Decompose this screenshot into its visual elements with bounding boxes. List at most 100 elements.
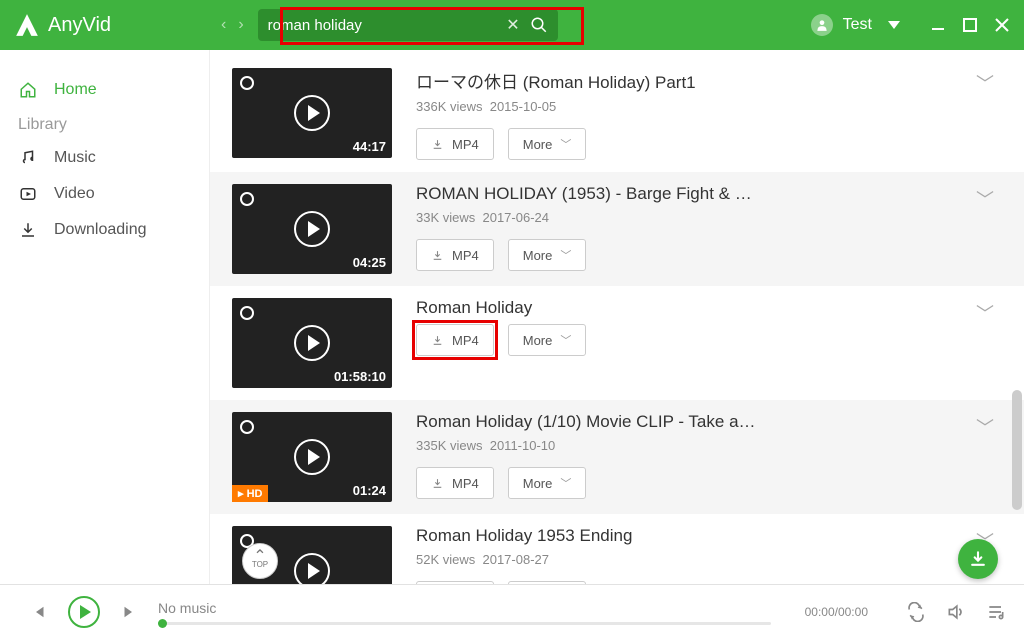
search-box[interactable]: ✕ bbox=[258, 9, 558, 41]
result-row[interactable]: ▸ HD 01:24 Roman Holiday (1/10) Movie CL… bbox=[210, 400, 1024, 514]
home-icon bbox=[18, 80, 38, 100]
volume-icon[interactable] bbox=[946, 602, 966, 622]
result-row[interactable]: 01:58:10 Roman Holiday MP4 More ﹀ ﹀ bbox=[210, 286, 1024, 400]
progress-bar[interactable] bbox=[158, 622, 771, 625]
expand-toggle-icon[interactable]: ﹀ bbox=[976, 300, 994, 326]
close-button[interactable] bbox=[994, 17, 1010, 33]
user-area[interactable]: Test bbox=[811, 14, 900, 36]
chevron-down-icon: ﹀ bbox=[560, 475, 571, 491]
play-button[interactable] bbox=[68, 596, 100, 628]
video-thumbnail[interactable]: 04:25 bbox=[232, 184, 392, 274]
video-thumbnail[interactable]: 01:58:10 bbox=[232, 298, 392, 388]
result-title: Roman Holiday (1/10) Movie CLIP - Take a… bbox=[416, 412, 756, 432]
more-button[interactable]: More ﹀ bbox=[508, 467, 587, 499]
duration-label: 04:25 bbox=[353, 255, 386, 270]
mp4-download-button[interactable]: MP4 bbox=[416, 128, 494, 160]
result-meta: 33K views 2017-06-24 bbox=[416, 210, 994, 225]
avatar-icon bbox=[811, 14, 833, 36]
result-title: ローマの休日 (Roman Holiday) Part1 bbox=[416, 68, 756, 93]
duration-label: 01:24 bbox=[353, 483, 386, 498]
track-area: No music bbox=[158, 600, 771, 625]
scrollbar-thumb[interactable] bbox=[1012, 390, 1022, 510]
track-title: No music bbox=[158, 600, 771, 616]
search-icon[interactable] bbox=[530, 16, 548, 34]
expand-toggle-icon[interactable]: ﹀ bbox=[976, 186, 994, 212]
result-row[interactable]: 04:25 ROMAN HOLIDAY (1953) - Barge Fight… bbox=[210, 172, 1024, 286]
sidebar-item-music[interactable]: Music bbox=[18, 140, 209, 176]
player-right-controls bbox=[906, 602, 1006, 622]
time-display: 00:00/00:00 bbox=[805, 605, 868, 619]
nav-forward[interactable]: › bbox=[238, 16, 243, 34]
more-button[interactable]: More ﹀ bbox=[508, 128, 587, 160]
repeat-icon[interactable] bbox=[906, 602, 926, 622]
minimize-button[interactable] bbox=[930, 17, 946, 33]
result-meta-block: Roman Holiday 1953 Ending 52K views 2017… bbox=[416, 526, 994, 584]
download-small-icon bbox=[431, 249, 444, 262]
play-overlay-icon[interactable] bbox=[294, 553, 330, 584]
playlist-icon[interactable] bbox=[986, 602, 1006, 622]
window-controls bbox=[930, 17, 1010, 33]
select-circle-icon[interactable] bbox=[240, 76, 254, 90]
expand-toggle-icon[interactable]: ﹀ bbox=[976, 414, 994, 440]
sidebar-item-downloading[interactable]: Downloading bbox=[18, 212, 209, 248]
app-name: AnyVid bbox=[48, 14, 111, 37]
main-panel: 44:17 ローマの休日 (Roman Holiday) Part1 336K … bbox=[210, 50, 1024, 584]
result-row[interactable]: Roman Holiday 1953 Ending 52K views 2017… bbox=[210, 514, 1024, 584]
result-meta: 52K views 2017-08-27 bbox=[416, 552, 994, 567]
video-thumbnail[interactable]: 44:17 bbox=[232, 68, 392, 158]
select-circle-icon[interactable] bbox=[240, 420, 254, 434]
results-list: 44:17 ローマの休日 (Roman Holiday) Part1 336K … bbox=[210, 56, 1024, 584]
app-logo: AnyVid bbox=[14, 12, 111, 38]
logo-icon bbox=[14, 12, 40, 38]
prev-button[interactable] bbox=[30, 603, 48, 621]
sidebar-label-home: Home bbox=[54, 81, 97, 99]
mp4-download-button[interactable]: MP4 bbox=[416, 239, 494, 271]
scroll-to-top-button[interactable]: TOP bbox=[242, 543, 278, 579]
sidebar-label: Music bbox=[54, 149, 96, 167]
play-overlay-icon[interactable] bbox=[294, 211, 330, 247]
sidebar-label: Video bbox=[54, 185, 95, 203]
mp4-download-button[interactable]: MP4 bbox=[416, 324, 494, 356]
hd-badge: ▸ HD bbox=[232, 485, 268, 502]
nav-arrows: ‹ › bbox=[221, 16, 244, 34]
result-title: Roman Holiday bbox=[416, 298, 756, 318]
music-icon bbox=[18, 148, 38, 168]
result-meta: 336K views 2015-10-05 bbox=[416, 99, 994, 114]
download-icon bbox=[18, 220, 38, 240]
player-bar: No music 00:00/00:00 bbox=[0, 584, 1024, 639]
play-overlay-icon[interactable] bbox=[294, 95, 330, 131]
select-circle-icon[interactable] bbox=[240, 192, 254, 206]
select-circle-icon[interactable] bbox=[240, 306, 254, 320]
play-overlay-icon[interactable] bbox=[294, 439, 330, 475]
more-button[interactable]: More ﹀ bbox=[508, 324, 587, 356]
video-thumbnail[interactable]: ▸ HD 01:24 bbox=[232, 412, 392, 502]
nav-back[interactable]: ‹ bbox=[221, 16, 226, 34]
username: Test bbox=[843, 16, 872, 34]
download-fab[interactable] bbox=[958, 539, 998, 579]
chevron-down-icon: ﹀ bbox=[560, 247, 571, 263]
clear-search-icon[interactable]: ✕ bbox=[506, 15, 519, 35]
sidebar-item-video[interactable]: Video bbox=[18, 176, 209, 212]
user-dropdown-icon[interactable] bbox=[888, 21, 900, 29]
more-button[interactable]: More ﹀ bbox=[508, 239, 587, 271]
mp4-download-button[interactable]: MP4 bbox=[416, 467, 494, 499]
sidebar-library-header: Library bbox=[18, 116, 209, 134]
result-meta-block: Roman Holiday (1/10) Movie CLIP - Take a… bbox=[416, 412, 994, 502]
result-row[interactable]: 44:17 ローマの休日 (Roman Holiday) Part1 336K … bbox=[210, 56, 1024, 172]
result-meta-block: ROMAN HOLIDAY (1953) - Barge Fight & Kis… bbox=[416, 184, 994, 274]
result-meta-block: ローマの休日 (Roman Holiday) Part1 336K views … bbox=[416, 68, 994, 160]
duration-label: 44:17 bbox=[353, 139, 386, 154]
chevron-down-icon: ﹀ bbox=[560, 332, 571, 348]
search-input[interactable] bbox=[268, 17, 507, 34]
maximize-button[interactable] bbox=[962, 17, 978, 33]
result-title: ROMAN HOLIDAY (1953) - Barge Fight & Kis… bbox=[416, 184, 756, 204]
sidebar-item-home[interactable]: Home bbox=[18, 72, 209, 108]
download-small-icon bbox=[431, 334, 444, 347]
video-icon bbox=[18, 184, 38, 204]
content-area: Home Library Music Video Downloading 44:… bbox=[0, 50, 1024, 584]
titlebar: AnyVid ‹ › ✕ Test bbox=[0, 0, 1024, 50]
chevron-down-icon: ﹀ bbox=[560, 136, 571, 152]
expand-toggle-icon[interactable]: ﹀ bbox=[976, 70, 994, 96]
next-button[interactable] bbox=[120, 603, 138, 621]
play-overlay-icon[interactable] bbox=[294, 325, 330, 361]
